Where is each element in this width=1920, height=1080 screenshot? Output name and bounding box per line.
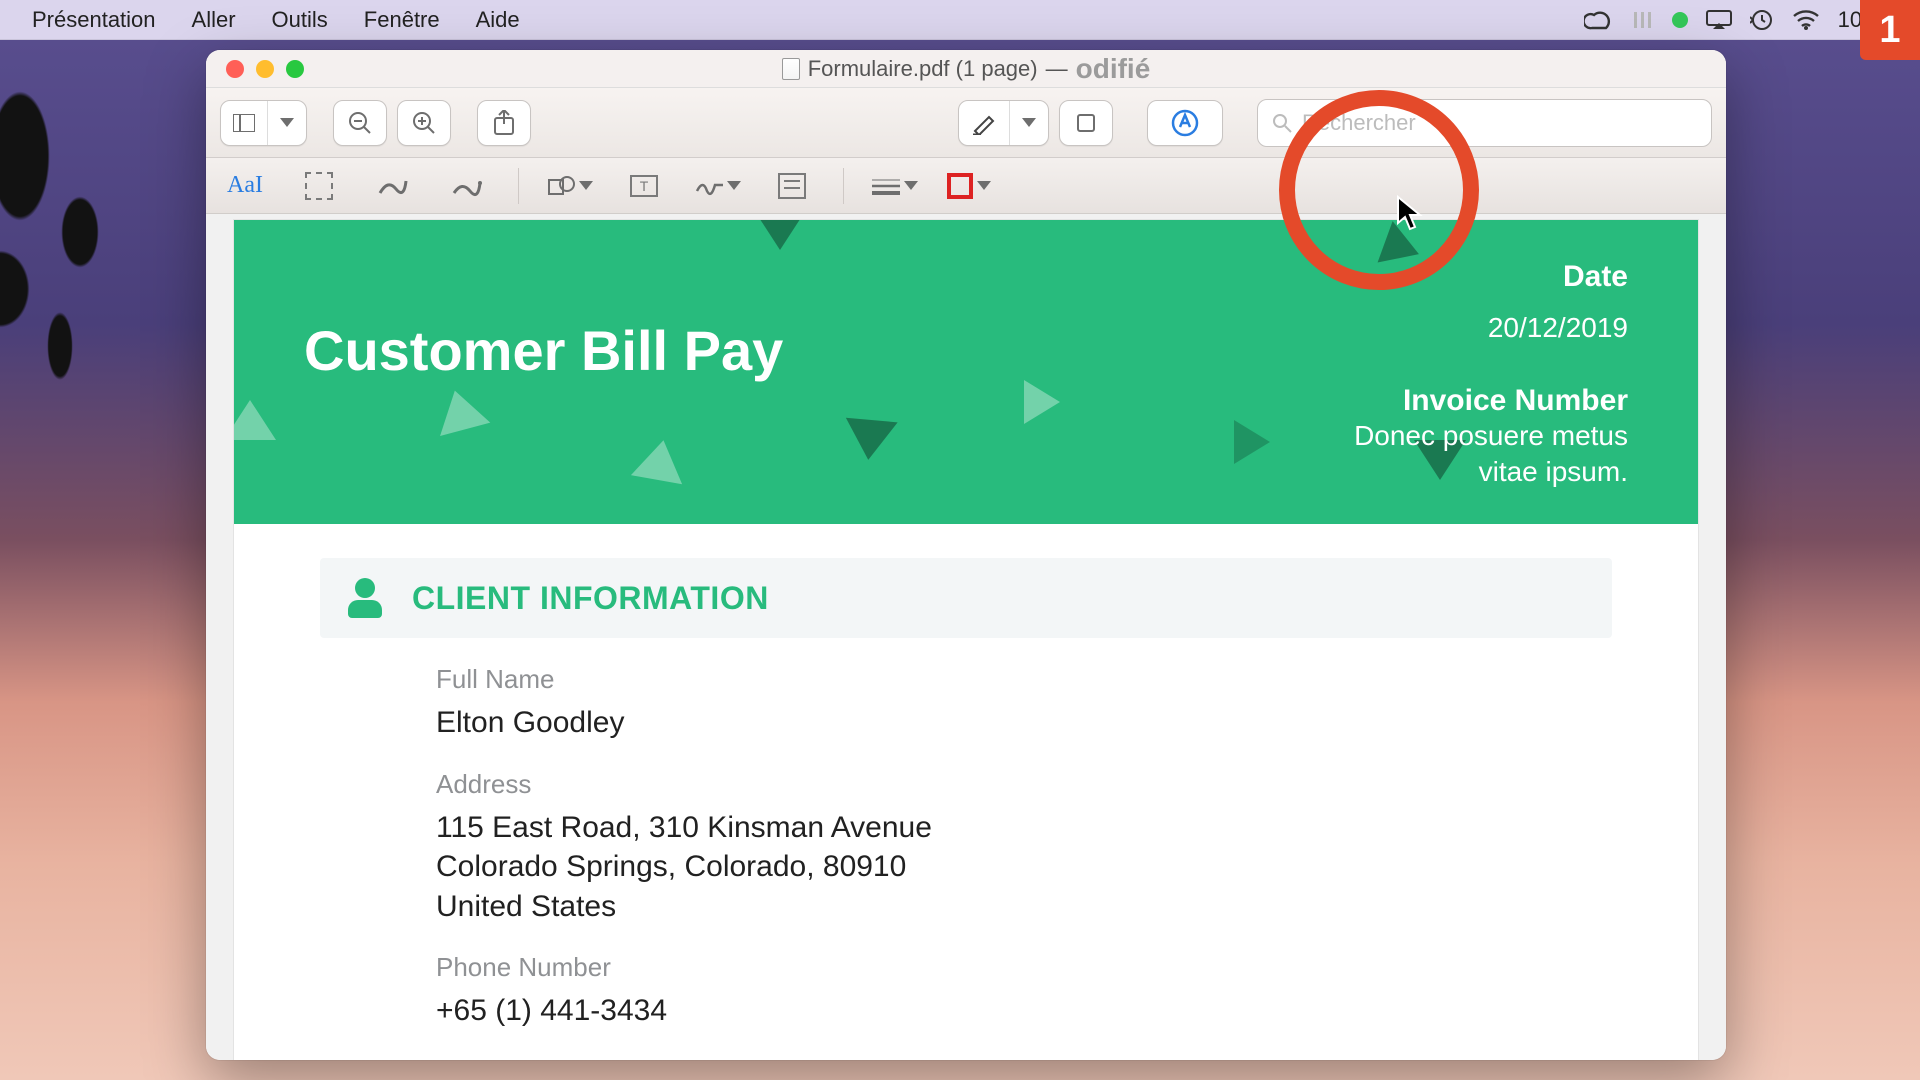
fullname-value: Elton Goodley (436, 703, 1612, 743)
highlight-button[interactable] (958, 100, 1049, 146)
stroke-color-icon (947, 173, 973, 199)
preview-window: Formulaire.pdf (1 page) — odifié (206, 50, 1726, 1060)
draw-icon (452, 175, 482, 197)
menu-outils[interactable]: Outils (254, 7, 346, 33)
phone-value: +65 (1) 441-3434 (436, 991, 1612, 1031)
decor-triangle (631, 436, 689, 484)
minimize-window-button[interactable] (256, 60, 274, 78)
step-number-badge: 1 (1860, 0, 1920, 60)
chevron-down-icon (579, 181, 593, 190)
markup-icon (1170, 108, 1200, 138)
signature-icon (695, 175, 723, 197)
markup-toolbar: AaI T (206, 158, 1726, 214)
status-dot-icon[interactable] (1672, 12, 1688, 28)
shapes-tool[interactable] (547, 166, 593, 206)
close-window-button[interactable] (226, 60, 244, 78)
window-title: Formulaire.pdf (1 page) — odifié (206, 53, 1726, 85)
chevron-down-icon (904, 181, 918, 190)
phone-label: Phone Number (436, 952, 1612, 983)
menu-presentation[interactable]: Présentation (14, 7, 174, 33)
address-label: Address (436, 769, 1612, 800)
search-placeholder: Rechercher (1302, 110, 1416, 136)
window-titlebar[interactable]: Formulaire.pdf (1 page) — odifié (206, 50, 1726, 88)
text-select-tool[interactable]: AaI (222, 166, 268, 206)
airplay-icon[interactable] (1706, 10, 1732, 30)
client-info-fields: Full Name Elton Goodley Address 115 East… (320, 664, 1612, 1060)
chevron-down-icon (727, 181, 741, 190)
chevron-down-icon (280, 118, 294, 127)
date-value: 20/12/2019 (1298, 312, 1628, 344)
status-tray: 100 % (1584, 7, 1906, 33)
zoom-out-icon (348, 111, 372, 135)
primary-toolbar: Rechercher (206, 88, 1726, 158)
rotate-icon (1074, 111, 1098, 135)
zoom-in-icon (412, 111, 436, 135)
note-icon (778, 173, 806, 199)
rect-select-tool[interactable] (296, 166, 342, 206)
fullname-label: Full Name (436, 664, 1612, 695)
time-machine-icon[interactable] (1750, 8, 1774, 32)
creative-cloud-icon[interactable] (1584, 10, 1614, 30)
pdf-page: Customer Bill Pay Date 20/12/2019 Invoic… (234, 220, 1698, 1060)
window-title-filename: Formulaire.pdf (1 page) (808, 56, 1038, 82)
client-info-title: CLIENT INFORMATION (412, 580, 769, 617)
zoom-in-button[interactable] (397, 100, 451, 146)
menu-aller[interactable]: Aller (174, 7, 254, 33)
pdf-file-icon (782, 58, 800, 80)
menu-fenetre[interactable]: Fenêtre (346, 7, 458, 33)
invoice-number-value: Donec posuere metus vitae ipsum. (1298, 418, 1628, 491)
invoice-number-label: Invoice Number (1298, 384, 1628, 418)
address-value: 115 East Road, 310 Kinsman Avenue Colora… (436, 808, 1612, 927)
draw-tool[interactable] (444, 166, 490, 206)
zoom-out-button[interactable] (333, 100, 387, 146)
person-icon (348, 578, 382, 618)
chevron-down-icon (977, 181, 991, 190)
decor-triangle (430, 384, 491, 436)
document-viewport[interactable]: Customer Bill Pay Date 20/12/2019 Invoic… (206, 214, 1726, 1060)
chevron-down-icon (1022, 118, 1036, 127)
stroke-color-tool[interactable] (946, 166, 992, 206)
highlighter-icon (971, 111, 997, 135)
search-icon (1272, 113, 1292, 133)
text-select-icon: AaI (227, 172, 263, 199)
wifi-icon[interactable] (1792, 10, 1820, 30)
lines-icon (872, 177, 900, 195)
stroke-width-tool[interactable] (872, 166, 918, 206)
window-traffic-lights (206, 60, 304, 78)
selection-rect-icon (305, 172, 333, 200)
note-tool[interactable] (769, 166, 815, 206)
textbox-icon: T (630, 175, 658, 197)
markup-toggle-button[interactable] (1147, 100, 1223, 146)
decor-triangle (842, 418, 897, 462)
search-input[interactable]: Rechercher (1257, 99, 1712, 147)
wallpaper-tree (0, 80, 160, 460)
sidebar-icon (233, 114, 255, 132)
pdf-hero: Customer Bill Pay Date 20/12/2019 Invoic… (234, 220, 1698, 524)
decor-triangle (1234, 420, 1270, 464)
menu-aide[interactable]: Aide (458, 7, 538, 33)
adjustments-icon[interactable] (1632, 10, 1654, 30)
sketch-icon (378, 175, 408, 197)
window-title-separator: — (1046, 56, 1068, 82)
toolbar-separator (518, 168, 519, 204)
decor-triangle (754, 220, 806, 250)
decor-triangle (1024, 380, 1060, 424)
client-info-header: CLIENT INFORMATION (320, 558, 1612, 638)
sketch-tool[interactable] (370, 166, 416, 206)
email-label: E-mail (436, 1057, 1612, 1060)
sign-tool[interactable] (695, 166, 741, 206)
textbox-tool[interactable]: T (621, 166, 667, 206)
share-button[interactable] (477, 100, 531, 146)
shapes-icon (547, 174, 575, 198)
zoom-window-button[interactable] (286, 60, 304, 78)
date-label: Date (1298, 260, 1628, 294)
sidebar-view-button[interactable] (220, 100, 307, 146)
macos-menubar: Présentation Aller Outils Fenêtre Aide 1… (0, 0, 1920, 40)
toolbar-separator (843, 168, 844, 204)
window-title-modified: odifié (1076, 53, 1151, 85)
rotate-button[interactable] (1059, 100, 1113, 146)
decor-triangle (234, 400, 276, 440)
share-icon (493, 110, 515, 136)
